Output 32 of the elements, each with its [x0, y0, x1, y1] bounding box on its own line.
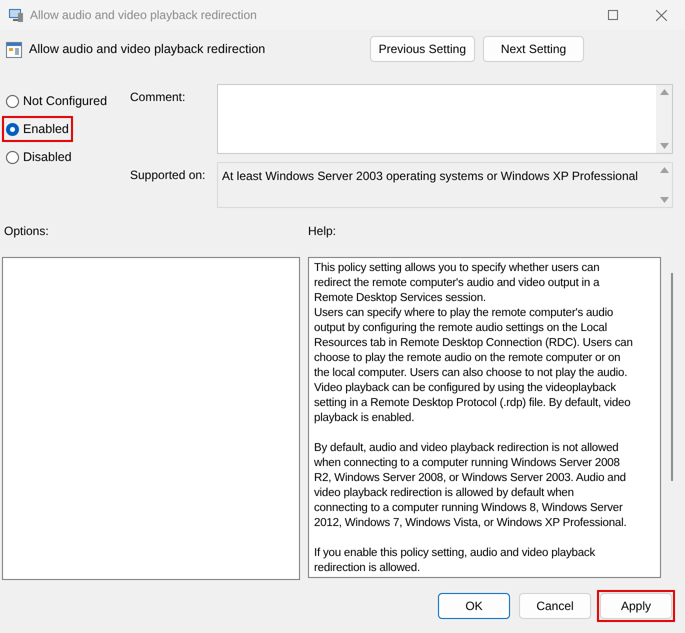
help-text: Users can specify where to play the remote computer's audio output by configuring the remote audio settings on the Local Resources tab in Remote Desktop Connection (RDC). Users can choose to play the remote audio on the remote computer or on the local computer. Users can also choose to not play the audio. Video playback can be configured by using the videoplayback setting in a Remote Desktop Protocol (.rdp) file. By default, video playback is enabled.	[314, 306, 634, 426]
dialog-button[interactable]: OK	[438, 593, 510, 619]
dialog-button[interactable]: Cancel	[519, 593, 591, 619]
comment-field[interactable]	[217, 84, 673, 154]
radio-option[interactable]: Not Configured	[4, 90, 110, 112]
maximize-icon[interactable]	[608, 10, 618, 20]
help-text: This policy setting allows you to specify whether users can redirect the remote computer's audio and video output in a Remote Desktop Services session.	[314, 261, 600, 306]
help-text: If you enable this policy setting, audio and video playback redirection is allowed.	[314, 546, 596, 576]
supported-on-label: Supported on:	[130, 167, 206, 184]
policy-title: Allow audio and video playback redirection	[29, 41, 266, 58]
help-text: By default, audio and video playback redirection is not allowed when connecting to a computer running Windows Server 2008 R2, Windows Server 2008, or Windows Server 2003. Audio and video playback redirection is allowed by default when connecting to a computer running Windows 8, Windows Server 2012, Windows 7, Windows Vista, or Windows XP Professional.	[314, 441, 628, 531]
options-label: Options:	[3, 223, 50, 240]
setting-nav-button[interactable]: Previous Setting	[370, 36, 475, 62]
close-icon[interactable]	[656, 10, 667, 20]
scroll-up-icon[interactable]	[660, 167, 668, 173]
scroll-down-icon[interactable]	[660, 197, 668, 203]
scrollbar-thumb[interactable]	[671, 273, 673, 481]
radio-icon	[6, 122, 19, 136]
policy-icon	[6, 42, 22, 58]
dialog-button[interactable]: Apply	[600, 593, 672, 619]
window-title: Allow audio and video playback redirection	[30, 7, 257, 24]
supported-on-value: At least Windows Server 2003 operating systems or Windows XP Professional	[221, 168, 639, 185]
scroll-up-icon[interactable]	[660, 89, 668, 95]
radio-icon	[6, 94, 19, 108]
radio-icon	[6, 150, 19, 164]
radio-option[interactable]: Disabled	[4, 146, 74, 168]
help-label: Help:	[308, 223, 336, 240]
setting-nav-button[interactable]: Next Setting	[483, 36, 584, 62]
scroll-down-icon[interactable]	[660, 143, 668, 149]
radio-option[interactable]: Enabled	[4, 118, 71, 140]
computer-icon	[8, 7, 24, 23]
comment-label: Comment:	[130, 89, 186, 106]
